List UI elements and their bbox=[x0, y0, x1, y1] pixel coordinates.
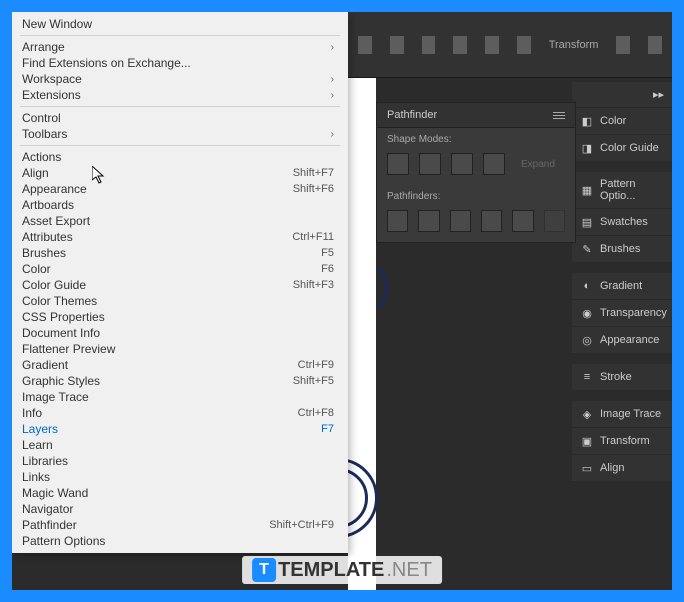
menu-learn[interactable]: Learn bbox=[12, 437, 348, 453]
transparency-panel[interactable]: ◉Transparency bbox=[572, 300, 672, 327]
menu-actions[interactable]: Actions bbox=[12, 149, 348, 165]
menu-appearance[interactable]: AppearanceShift+F6 bbox=[12, 181, 348, 197]
options-bar: Transform bbox=[348, 12, 672, 78]
menu-separator bbox=[20, 145, 340, 146]
outline-button[interactable] bbox=[512, 210, 533, 232]
pathfinder-panel: Pathfinder Shape Modes: Expand Pathfinde… bbox=[376, 102, 576, 243]
color-guide-panel[interactable]: ◨Color Guide bbox=[572, 135, 672, 162]
menu-extensions[interactable]: Extensions› bbox=[12, 87, 348, 103]
align-icon[interactable] bbox=[453, 36, 467, 54]
stroke-panel[interactable]: ≡Stroke bbox=[572, 364, 672, 391]
pattern-icon: ▦ bbox=[580, 183, 594, 197]
align-panel[interactable]: ▭Align bbox=[572, 455, 672, 482]
menu-separator bbox=[20, 106, 340, 107]
menu-asset-export[interactable]: Asset Export bbox=[12, 213, 348, 229]
menu-find-extensions[interactable]: Find Extensions on Exchange... bbox=[12, 55, 348, 71]
crop-button[interactable] bbox=[481, 210, 502, 232]
menu-document-info[interactable]: Document Info bbox=[12, 325, 348, 341]
color-panel[interactable]: ◧Color bbox=[572, 108, 672, 135]
menu-layers[interactable]: LayersF7 bbox=[12, 421, 348, 437]
menu-toolbars[interactable]: Toolbars› bbox=[12, 126, 348, 142]
watermark: T TEMPLATE .NET bbox=[242, 556, 442, 584]
canvas[interactable] bbox=[348, 78, 376, 590]
align-icon[interactable] bbox=[358, 36, 372, 54]
intersect-button[interactable] bbox=[451, 153, 473, 175]
swatches-panel[interactable]: ▤Swatches bbox=[572, 209, 672, 236]
transform-panel[interactable]: ▣Transform bbox=[572, 428, 672, 455]
color-guide-icon: ◨ bbox=[580, 141, 594, 155]
brushes-icon: ✎ bbox=[580, 242, 594, 256]
image-trace-panel[interactable]: ◈Image Trace bbox=[572, 401, 672, 428]
submenu-arrow-icon: › bbox=[331, 42, 334, 53]
watermark-logo-icon: T bbox=[252, 558, 276, 582]
shape-modes-label: Shape Modes: bbox=[377, 128, 575, 149]
transform-icon: ▣ bbox=[580, 434, 594, 448]
pathfinder-tab[interactable]: Pathfinder bbox=[377, 103, 575, 128]
menu-color-themes[interactable]: Color Themes bbox=[12, 293, 348, 309]
submenu-arrow-icon: › bbox=[331, 90, 334, 101]
divide-button[interactable] bbox=[387, 210, 408, 232]
menu-pattern-options[interactable]: Pattern Options bbox=[12, 533, 348, 549]
minus-back-button[interactable] bbox=[544, 210, 565, 232]
align-icon[interactable] bbox=[485, 36, 499, 54]
gradient-icon: ◐ bbox=[580, 279, 594, 293]
pattern-options-panel[interactable]: ▦Pattern Optio... bbox=[572, 172, 672, 209]
menu-color-guide[interactable]: Color GuideShift+F3 bbox=[12, 277, 348, 293]
menu-links[interactable]: Links bbox=[12, 469, 348, 485]
submenu-arrow-icon: › bbox=[331, 129, 334, 140]
opt-icon[interactable] bbox=[648, 36, 662, 54]
trim-button[interactable] bbox=[418, 210, 439, 232]
stroke-icon: ≡ bbox=[580, 370, 594, 384]
menu-libraries[interactable]: Libraries bbox=[12, 453, 348, 469]
brushes-panel[interactable]: ✎Brushes bbox=[572, 236, 672, 263]
color-icon: ◧ bbox=[580, 114, 594, 128]
menu-color[interactable]: ColorF6 bbox=[12, 261, 348, 277]
panel-collapse[interactable]: ▸▸ bbox=[572, 82, 672, 108]
appearance-panel[interactable]: ◎Appearance bbox=[572, 327, 672, 354]
pathfinder-title: Pathfinder bbox=[387, 109, 437, 121]
menu-flattener[interactable]: Flattener Preview bbox=[12, 341, 348, 357]
menu-workspace[interactable]: Workspace› bbox=[12, 71, 348, 87]
transparency-icon: ◉ bbox=[580, 306, 594, 320]
image-trace-icon: ◈ bbox=[580, 407, 594, 421]
panel-menu-icon[interactable] bbox=[553, 112, 565, 119]
minus-front-button[interactable] bbox=[419, 153, 441, 175]
menu-attributes[interactable]: AttributesCtrl+F11 bbox=[12, 229, 348, 245]
menu-magic-wand[interactable]: Magic Wand bbox=[12, 485, 348, 501]
menu-navigator[interactable]: Navigator bbox=[12, 501, 348, 517]
pathfinders-label: Pathfinders: bbox=[377, 185, 575, 206]
align-icon[interactable] bbox=[517, 36, 531, 54]
submenu-arrow-icon: › bbox=[331, 74, 334, 85]
swatches-icon: ▤ bbox=[580, 215, 594, 229]
menu-new-window[interactable]: New Window bbox=[12, 16, 348, 32]
menu-pathfinder[interactable]: PathfinderShift+Ctrl+F9 bbox=[12, 517, 348, 533]
align-icon: ▭ bbox=[580, 461, 594, 475]
menu-brushes[interactable]: BrushesF5 bbox=[12, 245, 348, 261]
align-icon[interactable] bbox=[422, 36, 436, 54]
menu-graphic-styles[interactable]: Graphic StylesShift+F5 bbox=[12, 373, 348, 389]
transform-label[interactable]: Transform bbox=[549, 39, 599, 51]
gradient-panel[interactable]: ◐Gradient bbox=[572, 273, 672, 300]
expand-button[interactable]: Expand bbox=[515, 159, 561, 170]
menu-control[interactable]: Control bbox=[12, 110, 348, 126]
right-panel-stack: ▸▸ ◧Color ◨Color Guide ▦Pattern Optio...… bbox=[572, 82, 672, 482]
appearance-icon: ◎ bbox=[580, 333, 594, 347]
menu-info[interactable]: InfoCtrl+F8 bbox=[12, 405, 348, 421]
watermark-text: TEMPLATE bbox=[278, 559, 384, 582]
watermark-suffix: .NET bbox=[386, 559, 432, 582]
unite-button[interactable] bbox=[387, 153, 409, 175]
menu-separator bbox=[20, 35, 340, 36]
merge-button[interactable] bbox=[450, 210, 471, 232]
menu-align[interactable]: AlignShift+F7 bbox=[12, 165, 348, 181]
menu-arrange[interactable]: Arrange› bbox=[12, 39, 348, 55]
align-icon[interactable] bbox=[390, 36, 404, 54]
window-menu: New Window Arrange› Find Extensions on E… bbox=[12, 12, 348, 553]
menu-gradient[interactable]: GradientCtrl+F9 bbox=[12, 357, 348, 373]
menu-artboards[interactable]: Artboards bbox=[12, 197, 348, 213]
menu-css[interactable]: CSS Properties bbox=[12, 309, 348, 325]
menu-image-trace[interactable]: Image Trace bbox=[12, 389, 348, 405]
exclude-button[interactable] bbox=[483, 153, 505, 175]
opt-icon[interactable] bbox=[616, 36, 630, 54]
